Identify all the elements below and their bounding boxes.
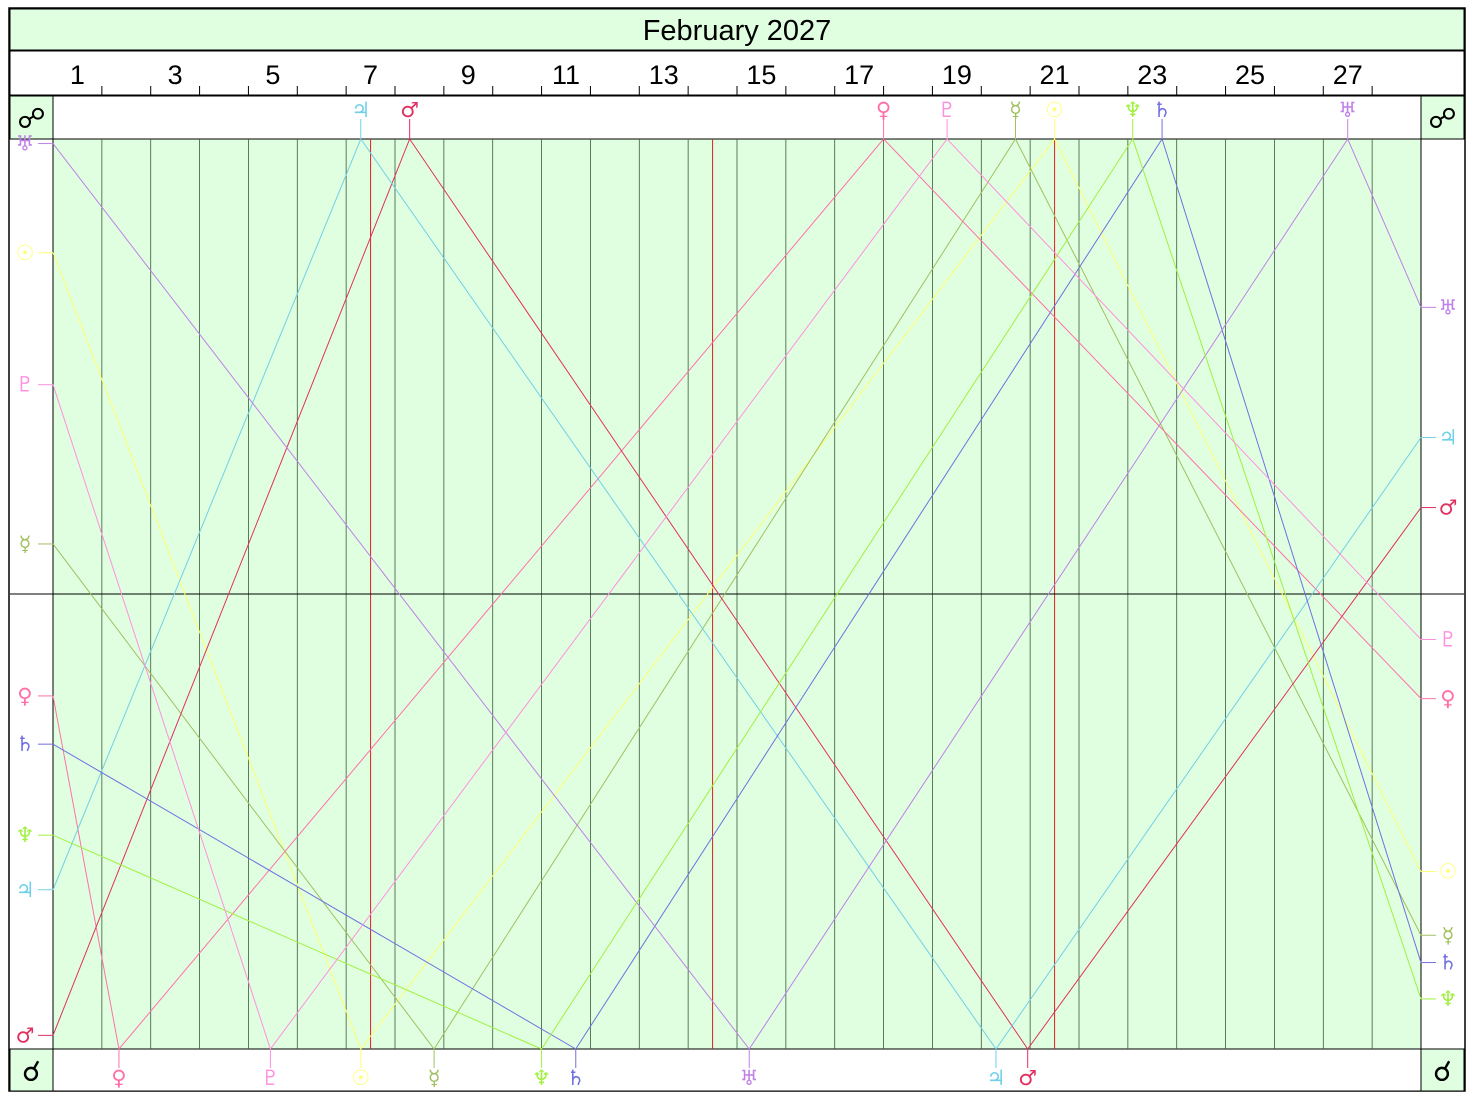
day-label-13: 13 xyxy=(649,60,679,90)
left-glyph-mercury: ☿ xyxy=(19,532,32,556)
conjunction-glyph-sun: ☉ xyxy=(351,1066,370,1090)
conjunction-glyph-pluto: ♇ xyxy=(261,1066,280,1090)
right-glyph-mars: ♂ xyxy=(1439,496,1458,520)
conjunction-glyph-uranus: ♅ xyxy=(740,1066,759,1090)
opposition-glyph-mars: ♂ xyxy=(400,98,419,122)
day-label-11: 11 xyxy=(552,60,580,90)
day-label-3: 3 xyxy=(168,60,183,90)
day-label-9: 9 xyxy=(461,60,476,90)
day-label-25: 25 xyxy=(1235,60,1265,90)
right-glyph-neptune: ♆ xyxy=(1439,987,1458,1011)
right-glyph-mercury: ☿ xyxy=(1442,923,1455,947)
conjunction-glyph-jupiter: ♃ xyxy=(987,1066,1006,1090)
opposition-glyph-neptune: ♆ xyxy=(1123,98,1142,122)
conjunction-symbol-bottom-right: ☌ xyxy=(1433,1055,1452,1088)
chart-title: February 2027 xyxy=(643,15,832,47)
day-label-1: 1 xyxy=(70,60,85,90)
day-label-23: 23 xyxy=(1137,60,1167,90)
left-glyph-pluto: ♇ xyxy=(16,373,35,397)
day-label-27: 27 xyxy=(1333,60,1363,90)
right-glyph-venus: ♀ xyxy=(1440,687,1455,711)
day-label-5: 5 xyxy=(265,60,280,90)
opposition-glyph-mercury: ☿ xyxy=(1009,98,1022,122)
right-glyph-saturn: ♄ xyxy=(1439,951,1458,975)
left-glyph-venus: ♀ xyxy=(17,684,32,708)
opposition-glyph-uranus: ♅ xyxy=(1338,98,1357,122)
right-glyph-pluto: ♇ xyxy=(1439,628,1458,652)
left-glyph-jupiter: ♃ xyxy=(16,878,35,902)
opposition-glyph-venus: ♀ xyxy=(876,98,891,122)
conjunction-glyph-saturn: ♄ xyxy=(566,1066,585,1090)
left-glyph-saturn: ♄ xyxy=(16,732,35,756)
opposition-symbol-top-right: ☍ xyxy=(1428,102,1456,135)
day-label-15: 15 xyxy=(746,60,776,90)
ephemeris-chart: February 2027 ☍ ☍ ☌ ☌ 1 3 5 7 9 11 13 15 17 19 21 2… xyxy=(8,7,1466,1092)
day-label-19: 19 xyxy=(942,60,972,90)
left-glyph-uranus: ♅ xyxy=(16,132,35,156)
conjunction-glyph-venus: ♀ xyxy=(111,1066,126,1090)
right-glyph-jupiter: ♃ xyxy=(1439,425,1458,449)
bottom-aspect-band xyxy=(52,1048,1422,1092)
opposition-symbol-top-left: ☍ xyxy=(17,102,45,135)
top-aspect-band xyxy=(52,95,1422,140)
right-glyph-sun: ☉ xyxy=(1439,860,1458,884)
left-glyph-mars: ♂ xyxy=(16,1023,35,1047)
left-glyph-sun: ☉ xyxy=(16,241,35,265)
opposition-glyph-jupiter: ♃ xyxy=(351,98,370,122)
opposition-glyph-saturn: ♄ xyxy=(1153,98,1172,122)
day-label-7: 7 xyxy=(363,60,378,90)
opposition-glyph-pluto: ♇ xyxy=(938,98,957,122)
opposition-glyph-sun: ☉ xyxy=(1045,98,1064,122)
right-glyph-uranus: ♅ xyxy=(1439,295,1458,319)
conjunction-glyph-mercury: ☿ xyxy=(428,1066,441,1090)
conjunction-glyph-mars: ♂ xyxy=(1018,1066,1037,1090)
day-label-21: 21 xyxy=(1040,60,1070,90)
day-label-17: 17 xyxy=(844,60,874,90)
conjunction-symbol-bottom-left: ☌ xyxy=(22,1055,41,1088)
conjunction-glyph-neptune: ♆ xyxy=(532,1066,551,1090)
left-glyph-neptune: ♆ xyxy=(16,823,35,847)
